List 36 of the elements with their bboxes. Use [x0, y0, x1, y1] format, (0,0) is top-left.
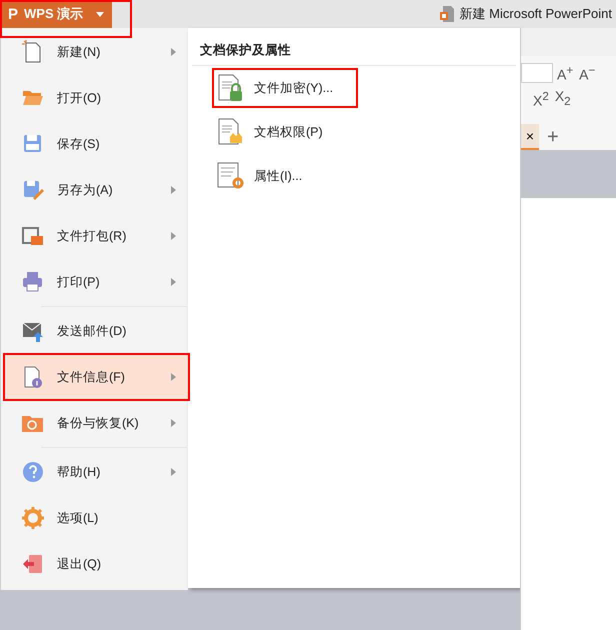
font-format-button[interactable]: A$^{−}$: [577, 62, 598, 84]
help-icon: [21, 460, 45, 484]
submenu-item[interactable]: 属性(I)...: [214, 158, 356, 194]
document-icon: [440, 6, 454, 22]
app-menu-button[interactable]: P WPS 演示: [0, 0, 112, 28]
crown-document-icon: [216, 117, 244, 147]
submenu-item[interactable]: 文件加密(Y)...: [214, 70, 356, 106]
package-icon: [21, 224, 45, 248]
document-gear-icon: [216, 161, 244, 191]
new-tab-button[interactable]: +: [539, 126, 567, 148]
font-format-button[interactable]: X$^{2}$: [531, 88, 551, 110]
menu-item[interactable]: 打印(P): [5, 260, 188, 304]
menu-item[interactable]: 文件打包(R): [5, 214, 188, 258]
menu-item[interactable]: 新建(N): [5, 30, 188, 74]
window-title: 新建 Microsoft PowerPoint: [460, 5, 612, 23]
menu-item[interactable]: 保存(S): [5, 122, 188, 166]
menu-item[interactable]: 帮助(H): [5, 450, 188, 494]
menu-item[interactable]: 文件信息(F): [5, 355, 188, 399]
gear-icon: [21, 506, 45, 530]
tab-close-button[interactable]: ×: [521, 124, 539, 150]
menu-item[interactable]: 另存为(A): [5, 168, 188, 212]
submenu-item[interactable]: 文档权限(P): [214, 114, 356, 150]
font-format-button[interactable]: A$^{+}$: [555, 62, 576, 84]
printer-icon: [21, 270, 45, 294]
menu-item[interactable]: 打开(O): [5, 76, 188, 120]
locked-document-icon: [216, 73, 244, 103]
menu-item[interactable]: 选项(L): [5, 496, 188, 540]
save-as-icon: [21, 178, 45, 202]
font-format-button[interactable]: X$_{2}$: [552, 87, 573, 111]
menu-item[interactable]: 退出(Q): [5, 542, 188, 586]
exit-icon: [21, 552, 45, 576]
font-size-field[interactable]: [521, 63, 553, 83]
submenu-heading: 文档保护及属性: [192, 28, 516, 66]
caret-icon: [96, 12, 104, 16]
menu-item[interactable]: 备份与恢复(K): [5, 401, 188, 445]
menu-item[interactable]: 发送邮件(D): [5, 309, 188, 353]
